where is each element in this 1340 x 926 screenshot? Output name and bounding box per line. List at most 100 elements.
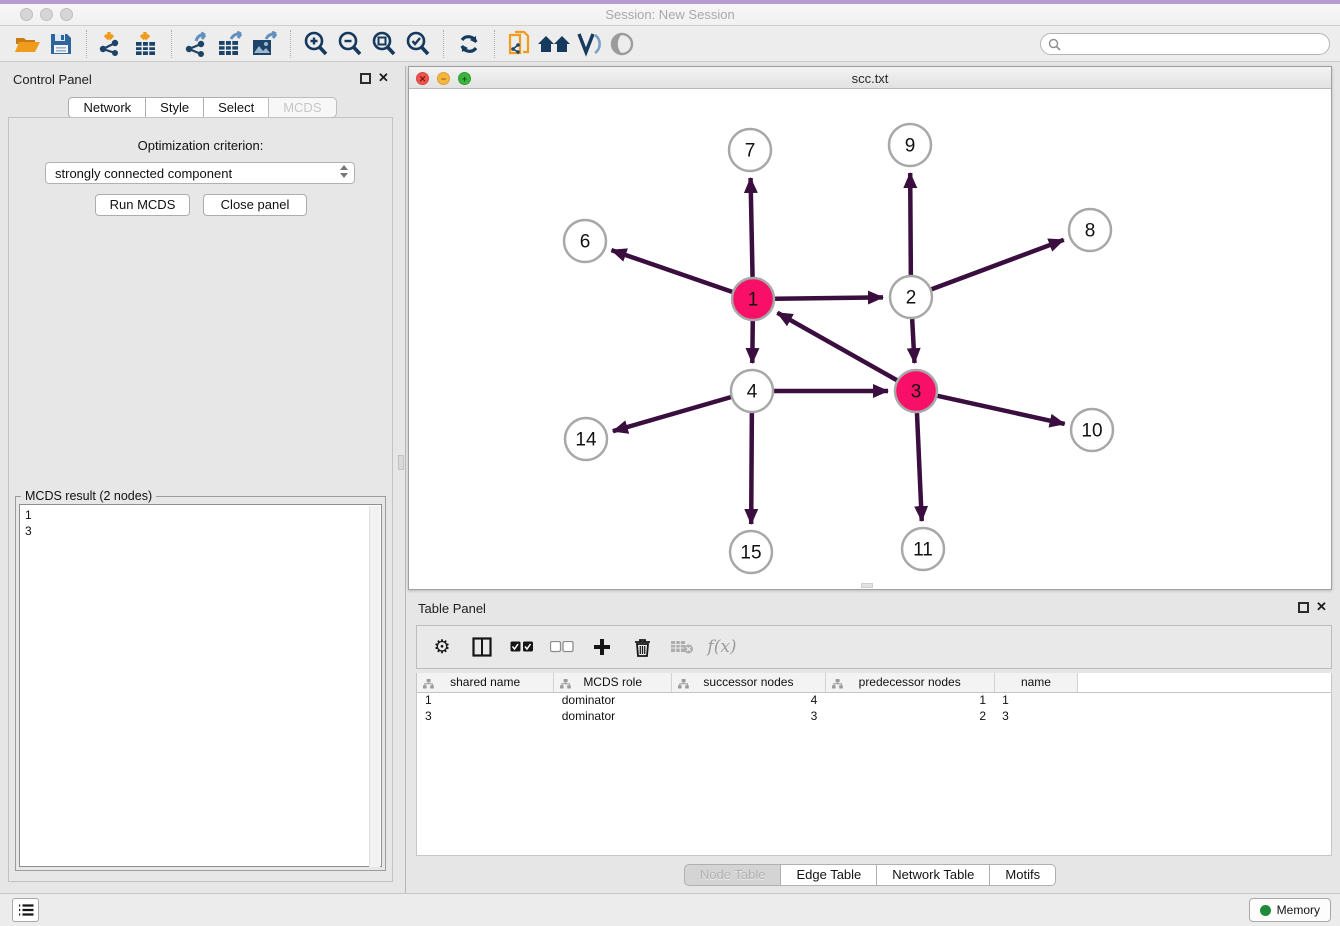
toolbar-separator	[494, 30, 495, 58]
edge-2-9[interactable]	[910, 173, 911, 275]
network-window-title: scc.txt	[409, 71, 1331, 86]
memory-status-icon	[1260, 905, 1271, 916]
edge-4-14[interactable]	[613, 397, 731, 431]
deselect-all-button[interactable]	[549, 632, 575, 662]
column-header-MCDS-role[interactable]: MCDS role	[554, 673, 672, 692]
delete-row-button[interactable]	[629, 632, 655, 662]
clone-network-button[interactable]	[503, 28, 537, 60]
table-settings-button[interactable]: ⚙	[429, 632, 455, 662]
zoom-fit-button[interactable]	[367, 28, 401, 60]
open-file-button[interactable]	[10, 28, 44, 60]
zoom-in-button[interactable]	[299, 28, 333, 60]
fx-icon: f(x)	[707, 637, 736, 657]
zoom-selected-button[interactable]	[401, 28, 435, 60]
edge-4-15[interactable]	[751, 413, 752, 524]
edge-3-10[interactable]	[937, 396, 1064, 424]
edge-1-7[interactable]	[751, 178, 753, 277]
application-window: Session: New Session	[0, 0, 1340, 926]
edge-2-8[interactable]	[932, 240, 1064, 289]
result-line: 1	[25, 507, 381, 523]
node-label-4: 4	[747, 382, 758, 403]
zoom-out-button[interactable]	[333, 28, 367, 60]
float-panel-icon[interactable]	[360, 73, 371, 84]
hide-style-button[interactable]	[571, 28, 605, 60]
tab-network[interactable]: Network	[68, 97, 146, 118]
network-canvas[interactable]: 1234678910111415	[409, 89, 1331, 589]
tab-motifs[interactable]: Motifs	[989, 864, 1056, 886]
network-window-titlebar[interactable]: ✕ − + scc.txt	[409, 67, 1331, 89]
export-network-icon	[183, 31, 211, 57]
network-resize-grip[interactable]	[861, 583, 873, 588]
cell-filler	[1078, 708, 1331, 724]
memory-button[interactable]: Memory	[1249, 898, 1331, 922]
mcds-result-textarea[interactable]: 13	[19, 504, 382, 867]
column-header-name[interactable]: name	[994, 673, 1078, 692]
tab-edge-table[interactable]: Edge Table	[780, 864, 877, 886]
cell[interactable]: 1	[994, 692, 1078, 708]
tab-style[interactable]: Style	[145, 97, 204, 118]
table-row[interactable]: 3dominator323	[417, 708, 1331, 724]
task-history-button[interactable]	[12, 898, 39, 922]
zoom-in-icon	[302, 30, 330, 58]
tab-network-table[interactable]: Network Table	[876, 864, 990, 886]
plus-icon	[593, 638, 611, 656]
panel-divider-grip[interactable]	[398, 455, 404, 470]
titlebar-accent-strip	[0, 0, 1340, 4]
tab-mcds[interactable]: MCDS	[268, 97, 336, 118]
status-bar: Memory	[0, 893, 1340, 926]
edge-3-1[interactable]	[777, 313, 896, 380]
cell-filler	[1078, 692, 1331, 708]
column-header-predecessor-nodes[interactable]: predecessor nodes	[825, 673, 994, 692]
close-table-panel-icon[interactable]: ✕	[1316, 599, 1327, 615]
run-mcds-button[interactable]: Run MCDS	[95, 194, 190, 216]
column-header-successor-nodes[interactable]: successor nodes	[672, 673, 826, 692]
criterion-dropdown[interactable]: strongly connected component	[45, 162, 355, 184]
result-scrollbar[interactable]	[369, 506, 380, 867]
float-table-panel-icon[interactable]	[1298, 602, 1309, 613]
edge-1-2[interactable]	[775, 297, 883, 298]
edge-2-3[interactable]	[912, 319, 914, 363]
close-panel-button[interactable]: Close panel	[203, 194, 307, 216]
refresh-layout-button[interactable]	[452, 28, 486, 60]
edge-3-11[interactable]	[917, 413, 922, 521]
panel-divider[interactable]	[405, 66, 406, 893]
save-session-button[interactable]	[44, 28, 78, 60]
search-input[interactable]	[1061, 35, 1329, 53]
network-view-window: ✕ − + scc.txt 1234678910111415	[408, 66, 1332, 590]
import-network-button[interactable]	[95, 28, 129, 60]
import-table-button[interactable]	[129, 28, 163, 60]
export-table-button[interactable]	[214, 28, 248, 60]
table-panel-tabs: Node Table Edge Table Network Table Moti…	[408, 864, 1332, 886]
cell[interactable]: dominator	[554, 692, 672, 708]
column-header-shared-name[interactable]: shared name	[417, 673, 554, 692]
hide-style-icon	[574, 31, 602, 57]
criterion-value: strongly connected component	[55, 166, 232, 181]
tab-select[interactable]: Select	[203, 97, 269, 118]
toolbar-separator	[443, 30, 444, 58]
cell[interactable]: 4	[672, 692, 826, 708]
column-visibility-button[interactable]	[469, 632, 495, 662]
save-icon	[49, 32, 73, 56]
tab-node-table[interactable]: Node Table	[684, 864, 782, 886]
cell[interactable]: dominator	[554, 708, 672, 724]
export-network-button[interactable]	[180, 28, 214, 60]
table-row[interactable]: 1dominator411	[417, 692, 1331, 708]
cell[interactable]: 2	[825, 708, 994, 724]
home-view-button[interactable]	[537, 28, 571, 60]
export-image-button[interactable]	[248, 28, 282, 60]
toolbar-separator	[171, 30, 172, 58]
edge-1-6[interactable]	[611, 250, 732, 292]
add-row-button[interactable]	[589, 632, 615, 662]
dropdown-stepper-icon	[340, 165, 348, 178]
eye-button[interactable]	[605, 28, 639, 60]
cell[interactable]: 3	[672, 708, 826, 724]
cell[interactable]: 1	[825, 692, 994, 708]
cell[interactable]: 3	[994, 708, 1078, 724]
cell[interactable]: 3	[417, 708, 554, 724]
select-all-button[interactable]	[509, 632, 535, 662]
cell[interactable]: 1	[417, 692, 554, 708]
node-table[interactable]: shared nameMCDS rolesuccessor nodesprede…	[417, 673, 1331, 724]
search-field	[1040, 33, 1330, 55]
close-panel-icon[interactable]: ✕	[378, 70, 389, 86]
mcds-result-lines: 13	[20, 505, 381, 539]
